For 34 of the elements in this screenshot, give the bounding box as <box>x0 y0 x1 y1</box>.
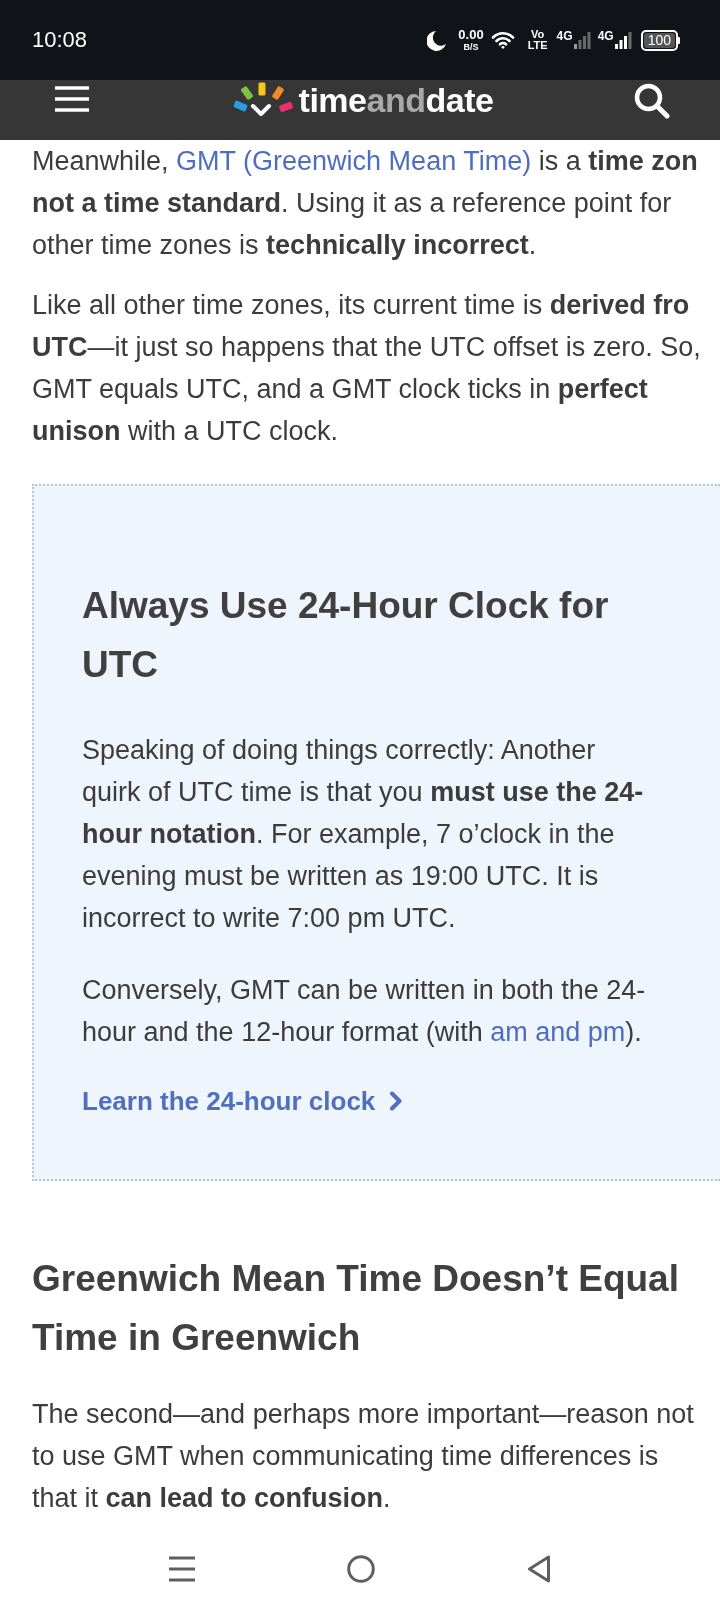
paragraph: Conversely, GMT can be written in both the 24-hour and the 12-hour format (with am and pm). <box>82 974 647 1049</box>
menu-icon <box>169 1555 195 1582</box>
paragraph: Meanwhile, GMT (Greenwich Mean Time) is a time zon not a time standard. Using it as a reference point for other time zones is technically incorrect. <box>32 145 699 262</box>
network-type-label: 4G <box>556 29 573 42</box>
chevron-right-icon <box>389 1091 404 1111</box>
back-triangle-icon <box>527 1554 551 1583</box>
network-speed: 0.00 <box>458 28 484 42</box>
paragraph: Speaking of doing things correctly: Another quirk of UTC time is that you must use the 24-hour notation. For example, 7 o’clock in the evening must be written as 19:00 UTC. It is incorrect to write 7:00 pm UTC. <box>82 734 645 935</box>
network-type-label: 4G <box>597 29 614 42</box>
back-button[interactable] <box>527 1554 551 1583</box>
moon-icon <box>427 29 448 51</box>
wifi-icon <box>490 31 515 49</box>
circle-icon <box>347 1554 375 1583</box>
search-icon <box>634 83 670 119</box>
section-heading: Greenwich Mean Time Doesn’t Equal Time in Greenwich <box>32 1257 680 1360</box>
menu-icon <box>54 86 90 112</box>
menu-button[interactable] <box>54 86 90 112</box>
signal-icon <box>614 31 632 49</box>
paragraph: The second—and perhaps more important—reason not to use GMT when communicating time differences is that it can lead to confusion. <box>32 1398 695 1515</box>
logo-text[interactable]: timeanddate <box>298 80 494 120</box>
home-button[interactable] <box>347 1554 375 1583</box>
recents-button[interactable] <box>169 1555 195 1582</box>
search-button[interactable] <box>634 83 670 119</box>
battery-indicator: 100 <box>640 29 680 51</box>
network-label: Vo <box>531 29 545 40</box>
paragraph: Like all other time zones, its current time is derived fro UTC—it just so happens that the UTC offset is zero. So, GMT equals UTC, and a GMT clock ticks in perfect unison with a UTC clock. <box>32 289 702 448</box>
callout-heading: Always Use 24-Hour Clock for UTC <box>82 584 610 687</box>
signal-icon <box>573 31 591 49</box>
learn-more-link[interactable]: Learn the 24-hour clock <box>82 1083 404 1119</box>
network-speed-unit: B/S <box>463 42 479 52</box>
status-time: 10:08 <box>32 27 88 53</box>
text-link[interactable]: GMT (Greenwich Mean Time) <box>176 146 532 176</box>
text-link[interactable]: am and pm <box>490 1017 626 1047</box>
network-label: LTE <box>527 40 548 51</box>
